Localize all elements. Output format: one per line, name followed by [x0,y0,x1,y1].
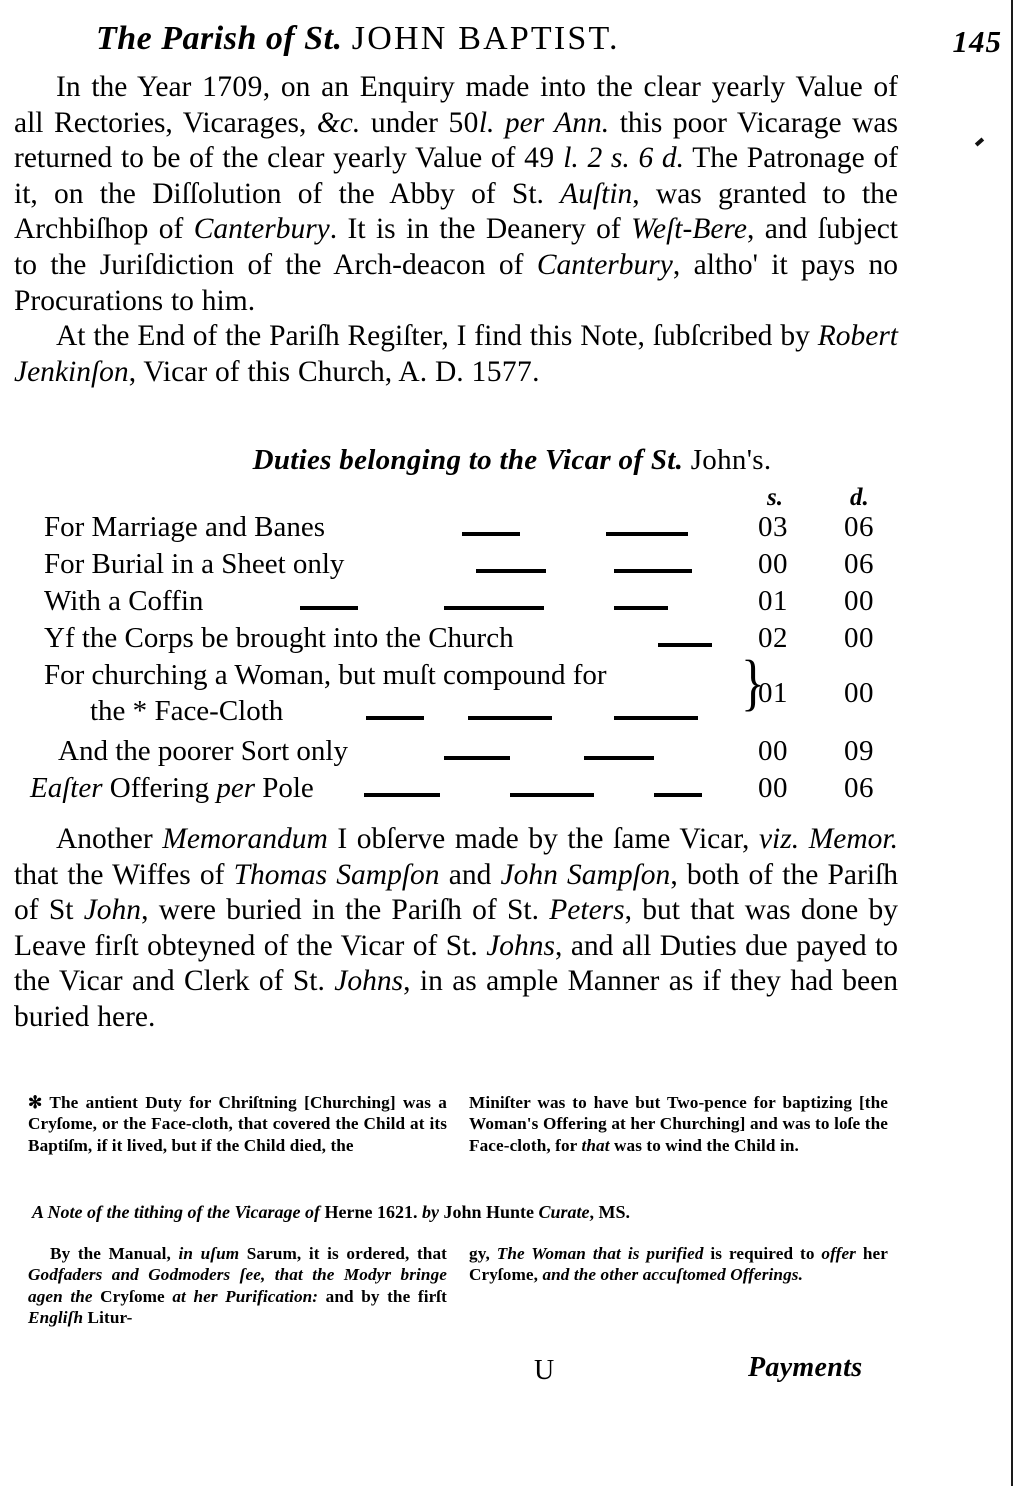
column-header-shillings: s. [767,484,783,511]
duties-heading-text: Duties belonging to the Vicar of St. Joh… [252,444,772,476]
leader-dash [476,569,546,573]
row-label: For Marriage and Banes [44,511,326,543]
table-row-churching: For churching a Woman, but muſt compound… [44,652,924,732]
row-label: Eaſter Offering per Pole [30,772,314,804]
leader-dash [614,716,698,720]
document-page: The Parish of St. JOHN BAPTIST. 145 In t… [0,0,1024,1486]
leader-dash [510,793,594,797]
row-value-shillings: 03 [758,511,788,543]
folio-number: 145 [952,24,1002,59]
leader-dash [462,532,520,536]
page-title-italic: The Parish of St. [96,20,343,57]
leader-dash [654,793,702,797]
footnote2-column-left: By the Manual, in uſum Sarum, it is orde… [28,1244,447,1328]
table-row: For Burial in a Sheet only 00 06 [44,547,924,584]
leader-dash [468,716,552,720]
tithing-note-line: A Note of the tithing of the Vicarage of… [32,1202,631,1222]
leader-dash [444,606,544,610]
row-value-pence: 00 [844,622,874,654]
table-row-easter: Eaſter Offering per Pole 00 06 [30,771,924,808]
row-label-line1: For churching a Woman, but muſt compound… [44,659,607,691]
body-text-block: In the Year 1709, on an Enquiry made int… [14,70,898,390]
duties-fee-table: s. d. For Marriage and Banes 03 06 For B… [30,484,924,808]
row-value-shillings: 01 [758,677,788,709]
row-value-shillings: 00 [758,735,788,767]
leader-dash [300,606,358,610]
row-value-shillings: 01 [758,585,788,617]
leader-dash [658,643,712,647]
leader-dash [614,606,668,610]
footnote-columns: By the Manual, in uſum Sarum, it is orde… [28,1243,888,1329]
row-value-pence: 09 [844,735,874,767]
table-row: Yf the Corps be brought into the Church … [44,621,924,658]
table-row: With a Coffin 01 00 [44,584,924,621]
leader-dash [606,532,688,536]
leader-dash [614,569,692,573]
paragraph-parish-register-note: At the End of the Pariſh Regiſter, I fin… [14,320,898,388]
scan-artifact-speck [974,137,985,147]
footnote-block-2: By the Manual, in uſum Sarum, it is orde… [28,1243,888,1329]
footnote-column-right: Miniſter was to have but Two-pence for b… [469,1093,888,1155]
footnote-column-left: ✻ The antient Duty for Chriſtning [Churc… [28,1093,447,1155]
column-header-pence: d. [850,484,869,511]
row-value-pence: 00 [844,677,874,709]
scan-border-line [1011,0,1013,1486]
row-value-shillings: 00 [758,772,788,804]
row-label: Yf the Corps be brought into the Church [44,622,514,654]
paragraph-year-1709: In the Year 1709, on an Enquiry made int… [14,71,899,317]
running-head: The Parish of St. JOHN BAPTIST. 145 [0,18,1024,64]
table-row: And the poorer Sort only 00 09 [44,734,924,771]
row-value-pence: 00 [844,585,874,617]
duties-heading: Duties belonging to the Vicar of St. Joh… [0,444,1024,477]
asterisk-icon: ✻ [28,1093,43,1112]
row-label: With a Coffin [44,585,204,617]
row-label-line2: the * Face-Cloth [90,695,284,727]
leader-dash [366,716,424,720]
row-label: And the poorer Sort only [58,735,348,767]
footnote-block-1: ✻ The antient Duty for Chriſtning [Churc… [28,1092,888,1156]
row-label: For Burial in a Sheet only [44,548,345,580]
paragraph-memorandum: Another Memorandum I obſerve made by the… [14,823,899,1033]
footnote2-column-right: gy, The Woman that is purified is requir… [469,1244,888,1285]
footnote-columns: ✻ The antient Duty for Chriſtning [Churc… [28,1092,888,1156]
page-title: The Parish of St. JOHN BAPTIST. [96,18,620,58]
leader-dash [364,793,440,797]
leader-dash [584,756,654,760]
row-value-shillings: 00 [758,548,788,580]
row-value-pence: 06 [844,511,874,543]
leader-dash [444,756,510,760]
row-value-pence: 06 [844,772,874,804]
memorandum-block: Another Memorandum I obſerve made by the… [14,822,898,1036]
row-value-pence: 06 [844,548,874,580]
table-column-headers: s. d. [44,484,924,511]
page-title-caps: JOHN BAPTIST. [351,20,620,57]
catchword: Payments [748,1352,863,1383]
signature-mark: U [534,1355,555,1386]
table-row: For Marriage and Banes 03 06 [44,510,924,547]
